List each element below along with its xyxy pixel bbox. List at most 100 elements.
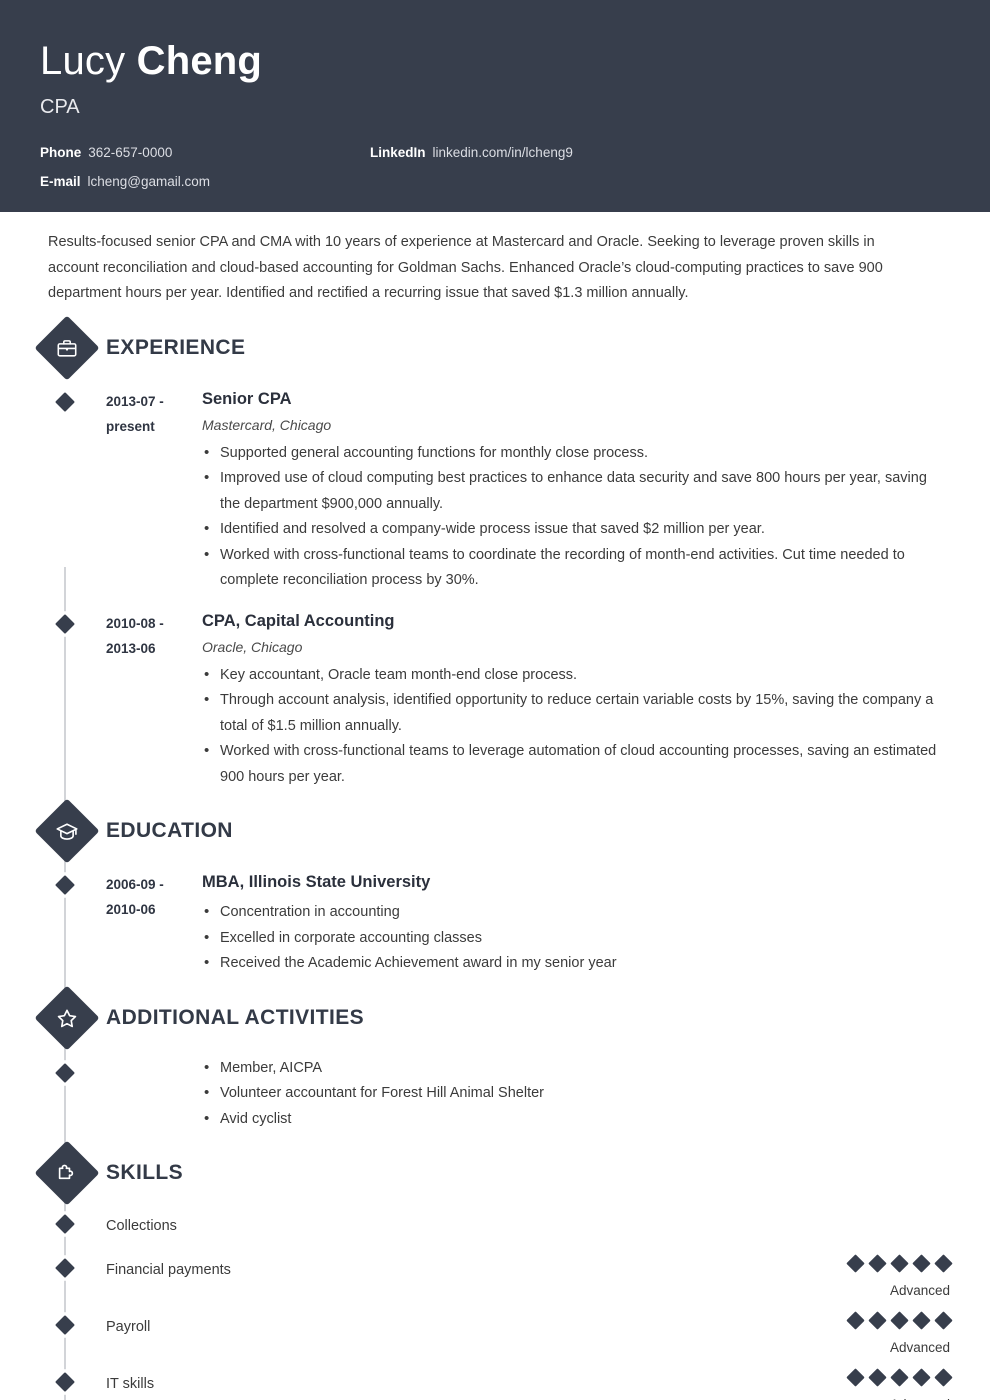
contact-linkedin: LinkedIn linkedin.com/in/lcheng9 (370, 144, 950, 162)
section-education: EDUCATION 2006-09 - 2010-06 MBA, Illinoi… (34, 798, 950, 977)
contact-phone-label: Phone (40, 145, 82, 160)
bullet-item: Avid cyclist (202, 1106, 950, 1133)
skill-rating-dots (840, 1368, 953, 1387)
experience-entry-bullets: Supported general accounting functions f… (202, 440, 950, 594)
timeline-node-icon (55, 1258, 75, 1278)
bullet-item: Volunteer accountant for Forest Hill Ani… (202, 1080, 950, 1107)
resume-header: Lucy Cheng CPA Phone 362-657-0000 LinkedI… (0, 0, 990, 212)
rating-dot (912, 1311, 931, 1330)
bullet-item: Key accountant, Oracle team month-end cl… (202, 662, 950, 689)
rating-dot (846, 1368, 865, 1387)
skill-row: Financial payments Advanced (40, 1254, 953, 1302)
bullet-item: Worked with cross-functional teams to co… (202, 542, 950, 594)
timeline-node-icon (55, 875, 75, 895)
experience-entry-bullets: Key accountant, Oracle team month-end cl… (202, 662, 950, 791)
education-entry: 2006-09 - 2010-06 MBA, Illinois State Un… (40, 868, 950, 977)
education-entry-bullets: Concentration in accounting Excelled in … (202, 899, 950, 977)
skill-level-label: Advanced (840, 1394, 950, 1400)
contact-linkedin-value[interactable]: linkedin.com/in/lcheng9 (433, 145, 573, 160)
section-header-education: EDUCATION (34, 798, 950, 864)
contact-info: Phone 362-657-0000 LinkedIn linkedin.com/i… (40, 144, 950, 191)
skill-rating: Advanced (840, 1311, 953, 1359)
timeline-node-icon (55, 1062, 75, 1083)
graduation-cap-icon (34, 798, 100, 864)
section-title-additional-activities: ADDITIONAL ACTIVITIES (106, 1005, 365, 1029)
contact-phone-value[interactable]: 362-657-0000 (88, 145, 172, 160)
bullet-item: Identified and resolved a company-wide p… (202, 516, 950, 543)
resume-page: Lucy Cheng CPA Phone 362-657-0000 LinkedI… (0, 0, 990, 1400)
contact-email: E-mail lcheng@gamail.com (40, 173, 370, 191)
skill-level-label: Advanced (889, 1340, 950, 1355)
section-header-additional-activities: ADDITIONAL ACTIVITIES (34, 984, 950, 1051)
resume-body: Results-focused senior CPA and CMA with … (0, 212, 990, 1400)
section-header-experience: EXPERIENCE (34, 314, 950, 381)
candidate-name: Lucy Cheng (40, 36, 950, 86)
rating-dot (912, 1368, 931, 1387)
section-title-skills: SKILLS (106, 1161, 184, 1184)
education-entry-content: MBA, Illinois State University Concentra… (202, 868, 950, 977)
experience-entry-subtitle: Mastercard, Chicago (202, 416, 332, 433)
section-additional-activities: ADDITIONAL ACTIVITIES Member, AICPA Volu… (34, 984, 950, 1133)
skill-name: IT skills (106, 1376, 155, 1392)
rating-dot (846, 1311, 865, 1330)
experience-entry-content: Senior CPA Mastercard, Chicago Supported… (202, 385, 950, 594)
rating-dot (934, 1254, 953, 1273)
skill-rating: Advanced (840, 1368, 953, 1400)
star-icon (34, 984, 100, 1051)
first-name: Lucy (40, 39, 126, 83)
contact-email-value[interactable]: lcheng@gamail.com (88, 174, 211, 189)
skill-row: Collections (40, 1211, 950, 1245)
bullet-item: Member, AICPA (202, 1055, 950, 1082)
bullet-item: Improved use of cloud computing best pra… (202, 465, 950, 517)
rating-dot (890, 1254, 909, 1273)
rating-dot (846, 1254, 865, 1273)
education-entry-title: MBA, Illinois State University (202, 873, 431, 891)
skill-rating-dots (840, 1254, 953, 1273)
timeline-node-wrap (44, 385, 106, 594)
timeline-node-wrap (44, 1056, 106, 1133)
rating-dot (868, 1311, 887, 1330)
rating-dot (868, 1368, 887, 1387)
bullet-item: Excelled in corporate accounting classes (202, 925, 950, 952)
rating-dot (868, 1254, 887, 1273)
rating-dot (912, 1254, 931, 1273)
skill-level-label: Advanced (889, 1283, 950, 1298)
contact-phone: Phone 362-657-0000 (40, 144, 370, 162)
experience-entry-title: Senior CPA (202, 389, 292, 408)
section-title-education: EDUCATION (106, 819, 233, 842)
experience-entry-title: CPA, Capital Accounting (202, 611, 395, 630)
section-skills: SKILLS Collections Financial payments Ad… (34, 1140, 953, 1400)
timeline-node-wrap (44, 868, 106, 977)
rating-dot (890, 1368, 909, 1387)
education-entry-date: 2006-09 - 2010-06 (106, 877, 164, 917)
skill-name: Collections (106, 1218, 177, 1234)
timeline-node-icon (55, 613, 75, 634)
experience-entry: 2013-07 - present Senior CPA Mastercard,… (40, 385, 950, 594)
bullet-item: Supported general accounting functions f… (202, 440, 950, 467)
rating-dot (890, 1311, 909, 1330)
timeline-node-icon (55, 1372, 75, 1392)
contact-linkedin-label: LinkedIn (370, 145, 426, 160)
skill-name: Financial payments (106, 1262, 231, 1278)
experience-entry-date: 2010-08 - 2013-06 (106, 615, 164, 656)
section-experience: EXPERIENCE 2013-07 - present Senior CPA … (34, 314, 950, 791)
bullet-item: Received the Academic Achievement award … (202, 950, 950, 977)
candidate-job-title: CPA (40, 96, 80, 118)
timeline-node-icon (55, 1214, 75, 1234)
contact-email-label: E-mail (40, 174, 81, 189)
section-title-experience: EXPERIENCE (106, 335, 246, 359)
experience-entry: 2010-08 - 2013-06 CPA, Capital Accountin… (40, 607, 950, 791)
timeline-node-icon (55, 1315, 75, 1335)
briefcase-icon (34, 314, 100, 381)
skill-rating-dots (840, 1311, 953, 1330)
puzzle-piece-icon (34, 1140, 100, 1206)
bullet-item: Concentration in accounting (202, 899, 950, 926)
timeline-node-wrap (44, 607, 106, 791)
last-name: Cheng (136, 39, 263, 83)
skill-row: IT skills Advanced (40, 1368, 953, 1400)
skill-rating: Advanced (840, 1254, 953, 1302)
rating-dot (934, 1368, 953, 1387)
skill-name: Payroll (106, 1319, 151, 1335)
timeline-node-icon (55, 391, 75, 412)
additional-activities-bullets: Member, AICPA Volunteer accountant for F… (202, 1055, 950, 1133)
